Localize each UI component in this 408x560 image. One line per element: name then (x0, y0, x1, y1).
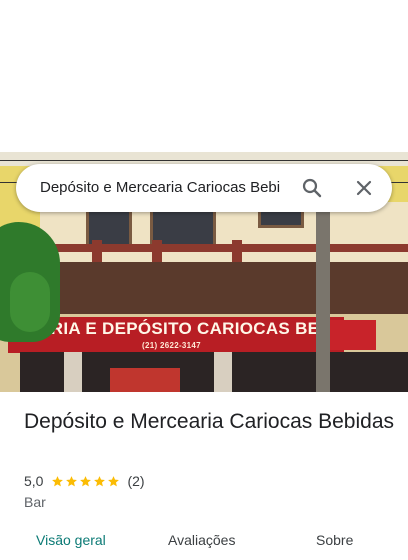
place-tabs: Visão geral Avaliações Sobre (0, 530, 408, 560)
photo-sign-text: CEARIA E DEPÓSITO CARIOCAS BEBIDAS (14, 319, 344, 338)
star-icon (52, 475, 64, 486)
photo-banner (110, 368, 180, 392)
map-blank-area (0, 0, 408, 152)
tab-about[interactable]: Sobre (316, 532, 353, 548)
photo-sign-phone: (21) 2622-3147 (142, 341, 201, 350)
tab-reviews[interactable]: Avaliações (168, 532, 235, 548)
place-category[interactable]: Bar (24, 494, 46, 510)
photo-column (214, 352, 232, 392)
rating-row: 5,0 (2) (24, 472, 145, 490)
review-count[interactable]: (2) (127, 473, 144, 489)
search-icon[interactable] (300, 176, 324, 200)
photo-side-sign (330, 320, 376, 350)
star-icon (108, 475, 120, 486)
rating-value: 5,0 (24, 473, 44, 489)
star-icon (94, 475, 106, 486)
search-bar[interactable]: Depósito e Mercearia Cariocas Bebi (16, 164, 392, 212)
star-icon (66, 475, 78, 486)
place-title: Depósito e Mercearia Cariocas Bebidas (24, 410, 395, 433)
photo-wall (40, 262, 408, 314)
tab-overview[interactable]: Visão geral (36, 532, 106, 548)
photo-column (64, 352, 82, 392)
rating-stars (51, 475, 121, 488)
photo-pole (316, 192, 330, 392)
search-input[interactable]: Depósito e Mercearia Cariocas Bebi (40, 164, 288, 212)
close-icon[interactable] (352, 176, 376, 200)
star-icon (80, 475, 92, 486)
photo-wire (0, 160, 408, 161)
photo-tree (10, 272, 50, 332)
